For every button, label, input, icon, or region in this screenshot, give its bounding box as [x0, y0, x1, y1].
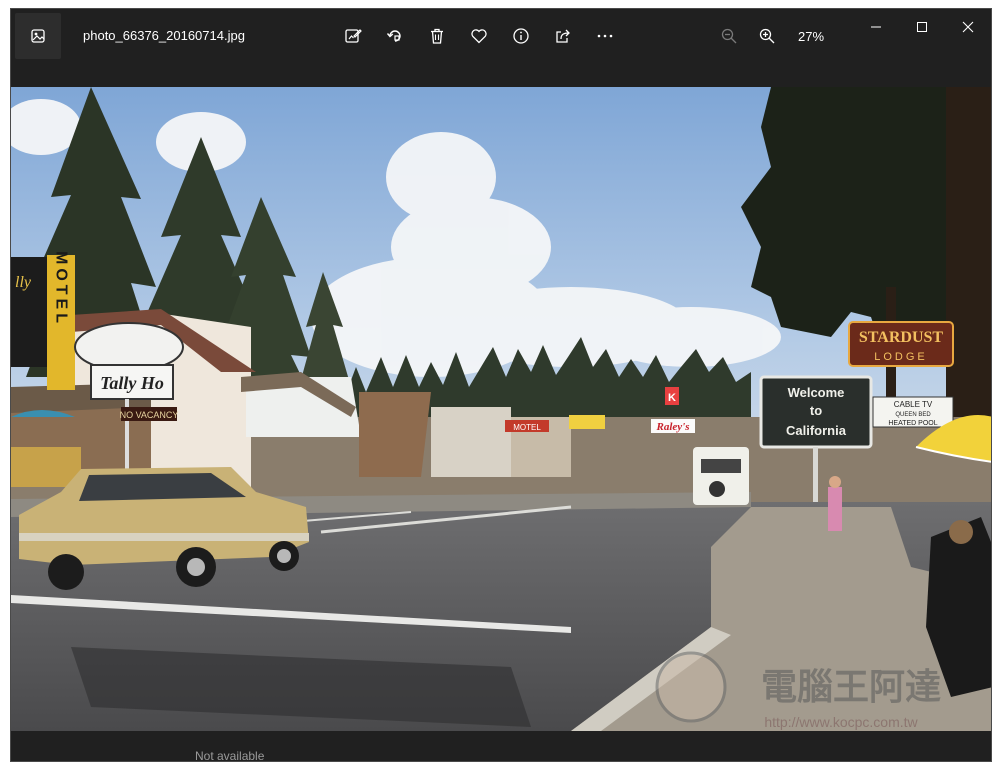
stardust-sign-text: STARDUST: [859, 329, 944, 346]
maximize-button[interactable]: [899, 9, 945, 45]
zoom-out-button[interactable]: [715, 22, 743, 50]
more-options-button[interactable]: [591, 22, 619, 50]
vacancy-sign-text: NO VACANCY: [120, 410, 179, 420]
bottom-bar: Not available: [11, 731, 991, 762]
window-controls: [853, 9, 991, 45]
welcome-line2-text: to: [810, 403, 822, 418]
watermark-chinese-text: 電腦王阿達: [761, 667, 941, 708]
minimize-icon: [871, 26, 881, 28]
photos-app-icon: [31, 29, 45, 43]
raleys-sign-text: Raley's: [656, 421, 690, 433]
status-text: Not available: [195, 749, 265, 762]
edit-image-button[interactable]: [339, 22, 367, 50]
share-button[interactable]: [549, 22, 577, 50]
info-button[interactable]: [507, 22, 535, 50]
zoom-controls: 27%: [715, 22, 831, 50]
photo-viewport[interactable]: lly MOTEL Tally Ho NO VACANCY MOTEL K Ra…: [11, 87, 991, 731]
zoom-in-icon: [759, 28, 775, 44]
kfc-sign-text: K: [668, 392, 676, 404]
rotate-icon: [386, 30, 401, 42]
edit-image-icon: [345, 29, 362, 43]
photos-app-button[interactable]: [15, 13, 61, 59]
rotate-button[interactable]: [381, 22, 409, 50]
share-icon: [556, 29, 570, 43]
queen-bed-sign-text: QUEEN BED: [895, 412, 931, 418]
watermark-url-text: http://www.kocpc.com.tw: [764, 714, 918, 730]
minimize-button[interactable]: [853, 9, 899, 45]
close-button[interactable]: [945, 9, 991, 45]
delete-button[interactable]: [423, 22, 451, 50]
close-icon: [962, 21, 974, 33]
vintage-street-photo: lly MOTEL Tally Ho NO VACANCY MOTEL K Ra…: [11, 87, 991, 731]
photos-app-window: photo_66376_20160714.jpg 27% lly MOTEL T…: [10, 8, 992, 762]
zoom-in-button[interactable]: [753, 22, 781, 50]
welcome-line1-text: Welcome: [788, 385, 845, 400]
zoom-out-icon: [721, 28, 737, 44]
image-toolbar: [339, 22, 619, 50]
favorite-heart-icon: [471, 29, 487, 44]
motel-small-sign-text: MOTEL: [513, 423, 541, 432]
cable-tv-sign-text: CABLE TV: [894, 400, 933, 409]
maximize-icon: [917, 22, 927, 32]
favorite-button[interactable]: [465, 22, 493, 50]
delete-icon: [431, 28, 443, 44]
motel-sign-text: MOTEL: [53, 251, 70, 327]
tally-ho-sign-text: Tally Ho: [100, 373, 164, 393]
lodge-sign-text: LODGE: [874, 351, 928, 363]
more-options-icon: [597, 34, 613, 38]
motel-script-text: lly: [15, 274, 32, 291]
heated-pool-sign-text: HEATED POOL: [888, 420, 937, 427]
title-bar: photo_66376_20160714.jpg 27%: [11, 9, 991, 87]
info-icon: [513, 28, 529, 44]
file-name: photo_66376_20160714.jpg: [83, 28, 245, 43]
welcome-line3-text: California: [786, 423, 847, 438]
zoom-level[interactable]: 27%: [791, 29, 831, 44]
